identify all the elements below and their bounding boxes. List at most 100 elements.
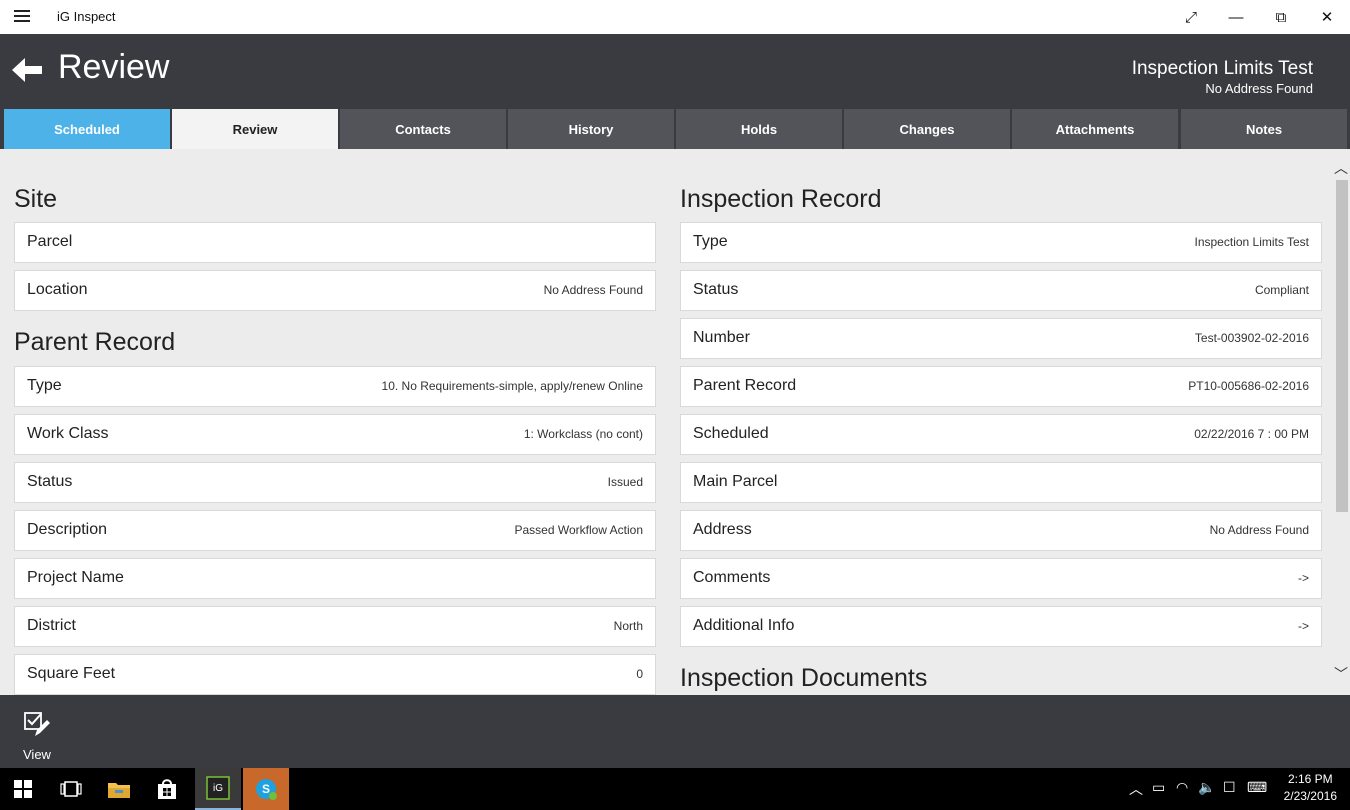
field-value: No Address Found [543,283,643,297]
record-name: Inspection Limits Test [1131,58,1313,79]
clock-time: 2:16 PM [1287,772,1333,786]
field-row[interactable]: Address No Address Found [680,510,1322,551]
field-row[interactable]: Status Issued [14,462,656,503]
field-label: Main Parcel [693,473,778,490]
clock-date: 2/23/2016 [1283,789,1337,803]
field-row[interactable]: Location No Address Found [14,270,656,311]
field-value: 02/22/2016 7 : 00 PM [1194,427,1309,441]
additional-info-row[interactable]: Additional Info -> [680,606,1322,647]
review-content: Site Parcel Location No Address Found Par… [0,149,1350,695]
field-label: Parent Record [693,377,797,394]
tab-review[interactable]: Review [172,109,338,149]
field-value: Passed Workflow Action [514,523,643,537]
field-label: District [27,617,76,634]
parent-record-heading: Parent Record [14,328,176,356]
field-value: PT10-005686-02-2016 [1188,379,1309,393]
tab-holds[interactable]: Holds [676,109,842,149]
field-value: Test-003902-02-2016 [1194,331,1309,345]
skype-icon[interactable]: S [243,768,289,810]
field-label: Location [27,281,88,298]
page-title: Review [58,48,170,86]
minimize-button[interactable]: — [1213,0,1259,34]
field-row[interactable]: Description Passed Workflow Action [14,510,656,551]
scroll-down-icon[interactable]: ﹀ [1334,664,1348,684]
record-summary: Inspection Limits Test No Address Found [1132,58,1313,96]
field-row[interactable]: District North [14,606,656,647]
field-row[interactable]: Status Compliant [680,270,1322,311]
field-label: Type [693,233,728,250]
taskbar-clock[interactable]: 2:16 PM 2/23/2016 [1284,771,1337,805]
arrow-icon: -> [1297,571,1309,585]
field-row[interactable]: Parcel [14,222,656,263]
field-label: Comments [693,569,771,586]
close-button[interactable]: ✕ [1304,0,1350,34]
field-label: Scheduled [693,425,769,442]
field-label: Type [27,377,62,394]
tab-bar: Scheduled Review Contacts History Holds … [0,108,1350,149]
window-titlebar: iG Inspect ⤢ — ⧉ ✕ [0,0,1350,34]
comments-row[interactable]: Comments -> [680,558,1322,599]
field-label: Work Class [27,425,109,442]
checklist-edit-icon [24,712,50,736]
field-value: 10. No Requirements-simple, apply/renew … [381,379,643,393]
field-row[interactable]: Number Test-003902-02-2016 [680,318,1322,359]
field-row[interactable]: Type 10. No Requirements-simple, apply/re… [14,366,656,407]
field-label: Status [27,473,73,490]
volume-icon[interactable]: 🔈 [1198,779,1215,796]
tray-chevron-icon[interactable]: ︿ [1129,779,1143,799]
store-icon[interactable] [144,768,190,810]
action-center-icon[interactable]: ☐ [1223,779,1236,796]
field-label: Project Name [27,569,124,586]
keyboard-icon[interactable]: ⌨ [1247,779,1267,796]
inspection-record-heading: Inspection Record [680,185,882,213]
field-row[interactable]: Scheduled 02/22/2016 7 : 00 PM [680,414,1322,455]
scrollbar-thumb[interactable] [1336,180,1348,512]
tab-history[interactable]: History [508,109,674,149]
view-button[interactable]: View [14,705,60,765]
ig-inspect-app-icon[interactable]: iG [195,768,241,810]
site-heading: Site [14,185,58,213]
tab-changes[interactable]: Changes [844,109,1010,149]
field-label: Status [693,281,739,298]
field-value: 0 [636,667,643,681]
field-value: No Address Found [1209,523,1309,537]
field-label: Description [27,521,108,538]
inspection-documents-heading: Inspection Documents [680,664,928,692]
field-row[interactable]: Parent Record PT10-005686-02-2016 [680,366,1322,407]
field-label: Address [693,521,752,538]
field-label: Square Feet [27,665,116,682]
fullscreen-icon[interactable]: ⤢ [1168,0,1214,34]
field-row[interactable]: Square Feet 0 [14,654,656,695]
file-explorer-icon[interactable] [96,768,142,810]
hamburger-menu-icon[interactable] [14,10,30,22]
app-title: iG Inspect [57,9,116,24]
field-value: North [613,619,643,633]
field-label: Additional Info [693,617,795,634]
field-row[interactable]: Work Class 1: Workclass (no cont) [14,414,656,455]
svg-text:S: S [262,782,270,796]
tab-scheduled[interactable]: Scheduled [4,109,170,149]
tab-notes[interactable]: Notes [1181,109,1347,149]
task-view-icon[interactable] [48,768,94,810]
field-value: 1: Workclass (no cont) [523,427,643,441]
field-label: Parcel [27,233,73,250]
view-label: View [23,747,51,762]
field-row[interactable]: Main Parcel [680,462,1322,503]
power-icon[interactable]: ▭ [1152,779,1165,796]
app-command-bar [0,695,1350,768]
field-value: Inspection Limits Test [1194,235,1310,249]
field-label: Number [693,329,750,346]
tab-contacts[interactable]: Contacts [340,109,506,149]
tab-attachments[interactable]: Attachments [1012,109,1178,149]
field-value: Compliant [1254,283,1309,297]
field-row[interactable]: Project Name [14,558,656,599]
wifi-icon[interactable]: ◠ [1176,779,1188,796]
arrow-icon: -> [1297,619,1309,633]
back-arrow-icon[interactable] [10,55,44,85]
record-address: No Address Found [1205,81,1313,96]
scroll-up-icon[interactable]: ︿ [1334,158,1348,178]
restore-button[interactable]: ⧉ [1258,0,1304,34]
windows-start-icon[interactable] [0,768,46,810]
field-row[interactable]: Type Inspection Limits Test [680,222,1322,263]
svg-text:iG: iG [213,783,223,794]
